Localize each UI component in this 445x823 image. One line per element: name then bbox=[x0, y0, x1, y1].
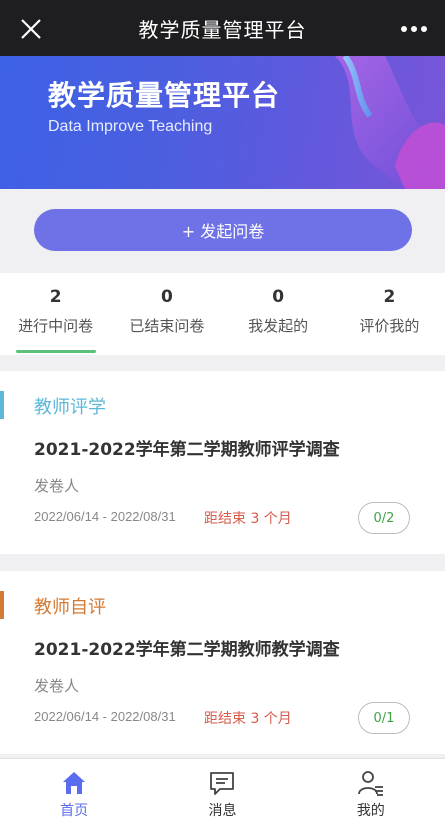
tab-label: 进行中问卷 bbox=[18, 317, 94, 335]
survey-sender: 发卷人 bbox=[34, 477, 80, 495]
title-bar: 教学质量管理平台 bbox=[0, 0, 445, 56]
survey-date-range: 2022/06/14 - 2022/08/31 bbox=[34, 509, 176, 524]
survey-sender: 发卷人 bbox=[34, 677, 80, 695]
survey-card[interactable]: 教师自评 2021-2022学年第二学期教师教学调查 发卷人 2022/06/1… bbox=[0, 571, 445, 754]
survey-category: 教师自评 bbox=[34, 597, 106, 618]
active-tab-indicator bbox=[15, 350, 96, 353]
more-dots-icon[interactable] bbox=[399, 18, 429, 40]
category-marker bbox=[0, 591, 4, 619]
home-icon bbox=[63, 772, 86, 794]
nav-home[interactable]: 首页 bbox=[0, 759, 148, 823]
tab-in-progress[interactable]: 2 进行中问卷 bbox=[0, 273, 111, 355]
survey-title: 2021-2022学年第二学期教师教学调查 bbox=[34, 640, 340, 660]
tab-label: 已结束问卷 bbox=[129, 317, 205, 335]
banner-subtitle: Data Improve Teaching bbox=[48, 118, 213, 135]
survey-date-range: 2022/06/14 - 2022/08/31 bbox=[34, 709, 176, 724]
nav-label: 首页 bbox=[60, 803, 89, 819]
tab-initiated-by-me[interactable]: 0 我发起的 bbox=[223, 273, 334, 355]
survey-remaining: 距结束 3 个月 bbox=[204, 511, 292, 527]
tab-label: 评价我的 bbox=[359, 317, 420, 335]
tab-count: 2 bbox=[49, 287, 62, 307]
profile-icon bbox=[357, 771, 383, 796]
nav-messages[interactable]: 消息 bbox=[148, 759, 296, 823]
tab-finished[interactable]: 0 已结束问卷 bbox=[111, 273, 222, 355]
survey-category: 教师评学 bbox=[34, 397, 106, 418]
survey-progress-badge: 0/2 bbox=[358, 502, 410, 534]
category-marker bbox=[0, 391, 4, 419]
window-title: 教学质量管理平台 bbox=[138, 17, 307, 42]
tab-count: 0 bbox=[160, 287, 173, 307]
nav-profile[interactable]: 我的 bbox=[297, 759, 445, 823]
action-area: + 发起问卷 bbox=[0, 189, 445, 273]
tab-label: 我发起的 bbox=[248, 317, 309, 335]
survey-progress-badge: 0/1 bbox=[358, 702, 410, 734]
message-icon bbox=[210, 772, 235, 795]
survey-title: 2021-2022学年第二学期教师评学调查 bbox=[34, 440, 340, 460]
ribbon-decoration bbox=[335, 56, 445, 189]
bottom-navigation: 首页 消息 我的 bbox=[0, 758, 445, 823]
survey-remaining: 距结束 3 个月 bbox=[204, 711, 292, 727]
banner-title: 教学质量管理平台 bbox=[48, 79, 281, 112]
tab-count: 0 bbox=[272, 287, 285, 307]
close-icon[interactable] bbox=[18, 16, 44, 42]
survey-tabs: 2 进行中问卷 0 已结束问卷 0 我发起的 2 评价我的 bbox=[0, 273, 445, 355]
hero-banner: 教学质量管理平台 Data Improve Teaching bbox=[0, 56, 445, 189]
tab-evaluating-me[interactable]: 2 评价我的 bbox=[334, 273, 445, 355]
survey-card[interactable]: 教师评学 2021-2022学年第二学期教师评学调查 发卷人 2022/06/1… bbox=[0, 371, 445, 554]
nav-label: 消息 bbox=[208, 803, 237, 819]
tab-count: 2 bbox=[383, 287, 396, 307]
start-survey-button[interactable]: + 发起问卷 bbox=[34, 209, 412, 251]
nav-label: 我的 bbox=[356, 803, 385, 819]
